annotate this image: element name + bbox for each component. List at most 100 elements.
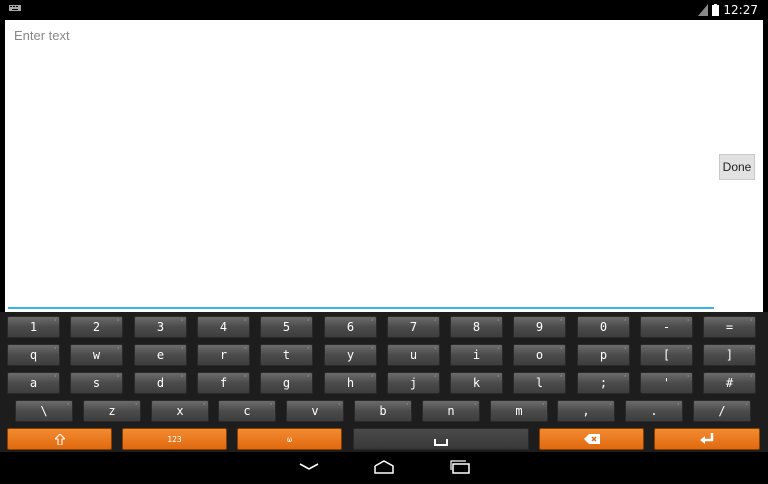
key[interactable]: j · bbox=[387, 372, 440, 394]
text-input-field[interactable] bbox=[12, 26, 720, 310]
key[interactable]: 9 · bbox=[513, 316, 566, 338]
home-icon bbox=[374, 460, 394, 474]
space-icon bbox=[434, 439, 448, 446]
key[interactable]: 5 · bbox=[260, 316, 313, 338]
key[interactable]: m · bbox=[490, 400, 548, 422]
key[interactable]: - · bbox=[640, 316, 693, 338]
key[interactable]: t · bbox=[260, 344, 313, 366]
key[interactable]: / · bbox=[693, 400, 751, 422]
android-screen: 12:27 Done 1· 2· 3· 4· 5· 6· 7· 8· 9· 0· -· =· q· w·… bbox=[0, 0, 768, 484]
shift-key[interactable] bbox=[7, 428, 112, 450]
key[interactable]: 4 · bbox=[197, 316, 250, 338]
key[interactable]: v · bbox=[286, 400, 344, 422]
key-hint: · bbox=[686, 317, 690, 324]
numbers-key[interactable]: 123 bbox=[122, 428, 227, 450]
key[interactable]: b · bbox=[354, 400, 412, 422]
key-hint: · bbox=[53, 373, 57, 380]
key[interactable]: l · bbox=[513, 372, 566, 394]
key-hint: · bbox=[559, 317, 563, 324]
key-hint: · bbox=[306, 345, 310, 352]
key[interactable]: 3 · bbox=[134, 316, 187, 338]
key[interactable]: , · bbox=[557, 400, 615, 422]
key[interactable]: 2 · bbox=[70, 316, 123, 338]
key-hint: · bbox=[243, 373, 247, 380]
back-button[interactable] bbox=[296, 458, 322, 476]
home-button[interactable] bbox=[371, 458, 397, 476]
key[interactable]: w · bbox=[70, 344, 123, 366]
key-hint: · bbox=[749, 317, 753, 324]
key-hint: · bbox=[608, 401, 612, 408]
key-hint: · bbox=[116, 373, 120, 380]
key[interactable]: = · bbox=[703, 316, 756, 338]
key[interactable]: k · bbox=[450, 372, 503, 394]
key[interactable]: a · bbox=[7, 372, 60, 394]
layout-switch-key[interactable]: ω bbox=[237, 428, 342, 450]
key-hint: · bbox=[134, 401, 138, 408]
key-hint: · bbox=[623, 373, 627, 380]
key[interactable]: o · bbox=[513, 344, 566, 366]
key[interactable]: q · bbox=[7, 344, 60, 366]
key[interactable]: 7 · bbox=[387, 316, 440, 338]
key[interactable]: e · bbox=[134, 344, 187, 366]
key-hint: · bbox=[749, 345, 753, 352]
key[interactable]: 1 · bbox=[7, 316, 60, 338]
key[interactable]: c · bbox=[218, 400, 276, 422]
key[interactable]: ; · bbox=[577, 372, 630, 394]
key-hint: · bbox=[496, 345, 500, 352]
key[interactable]: d · bbox=[134, 372, 187, 394]
key-hint: · bbox=[306, 317, 310, 324]
key[interactable]: 6 · bbox=[324, 316, 377, 338]
backspace-icon bbox=[583, 434, 600, 444]
key-hint: · bbox=[623, 317, 627, 324]
backspace-key[interactable] bbox=[539, 428, 644, 450]
key[interactable]: y · bbox=[324, 344, 377, 366]
key[interactable]: s · bbox=[70, 372, 123, 394]
key[interactable]: 8 · bbox=[450, 316, 503, 338]
key[interactable]: [· bbox=[640, 344, 693, 366]
back-icon bbox=[299, 463, 319, 470]
status-bar: 12:27 bbox=[0, 0, 768, 20]
key-hint: · bbox=[370, 373, 374, 380]
enter-key[interactable] bbox=[654, 428, 760, 450]
key[interactable]: \ · bbox=[15, 400, 73, 422]
keyboard-row-numbers: 1 · 2 · 3 · 4 · 5 · 6 · 7 · 8 · 9 · 0 · - · = · bbox=[0, 316, 768, 338]
keyboard-row-1: q · w · e · r · t · y · u · i · o · p · [· ] · bbox=[0, 344, 768, 366]
clock: 12:27 bbox=[723, 3, 758, 17]
key-hint: · bbox=[116, 317, 120, 324]
done-button[interactable]: Done bbox=[719, 154, 755, 180]
key[interactable]: f · bbox=[197, 372, 250, 394]
key[interactable]: z · bbox=[83, 400, 141, 422]
key-hint: · bbox=[473, 401, 477, 408]
recents-icon bbox=[450, 460, 470, 474]
key-hint: · bbox=[370, 345, 374, 352]
key-hint: · bbox=[66, 401, 70, 408]
enter-icon bbox=[700, 433, 714, 444]
key[interactable]: g · bbox=[260, 372, 313, 394]
key[interactable]: r · bbox=[197, 344, 250, 366]
key-hint: · bbox=[202, 401, 206, 408]
input-focus-underline bbox=[8, 307, 714, 309]
key[interactable]: x · bbox=[151, 400, 209, 422]
keyboard-notification-icon bbox=[9, 5, 21, 11]
key[interactable]: . · bbox=[625, 400, 683, 422]
key[interactable]: i · bbox=[450, 344, 503, 366]
key[interactable]: ] · bbox=[703, 344, 756, 366]
key[interactable]: u · bbox=[387, 344, 440, 366]
key-hint: · bbox=[433, 317, 437, 324]
key-hint: · bbox=[541, 401, 545, 408]
key-hint: · bbox=[116, 345, 120, 352]
key[interactable]: # · bbox=[703, 372, 756, 394]
key[interactable]: ' · bbox=[640, 372, 693, 394]
key-hint: · bbox=[53, 317, 57, 324]
recents-button[interactable] bbox=[447, 458, 473, 476]
key[interactable]: p · bbox=[577, 344, 630, 366]
key[interactable]: n · bbox=[422, 400, 480, 422]
key-hint: · bbox=[180, 373, 184, 380]
key[interactable]: 0 · bbox=[577, 316, 630, 338]
battery-icon bbox=[712, 4, 720, 16]
key-hint: · bbox=[686, 373, 690, 380]
key-hint: · bbox=[306, 373, 310, 380]
key-hint: · bbox=[744, 401, 748, 408]
space-key[interactable] bbox=[353, 428, 529, 450]
key[interactable]: h · bbox=[324, 372, 377, 394]
